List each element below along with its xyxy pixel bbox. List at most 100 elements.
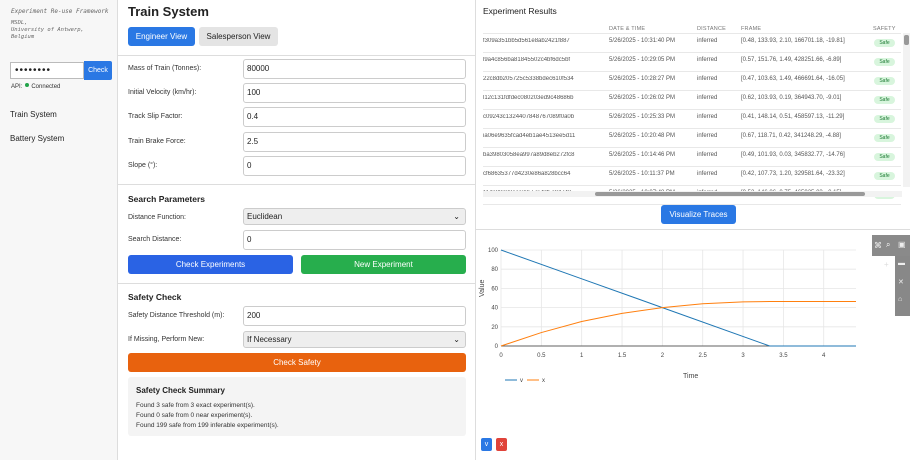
experiment-id: c09243c1324407848767089f0a0b <box>483 114 575 120</box>
velocity-input[interactable]: 100 <box>243 83 466 103</box>
mass-input[interactable]: 80000 <box>243 59 466 79</box>
series-line-v <box>500 249 856 347</box>
table-row[interactable]: l12c131fdfdec080203ed9c48686b <box>483 95 603 105</box>
experiment-id: f309a351bb5d561e8ab2421f887 <box>483 38 570 44</box>
distance-cell: inferred <box>697 171 718 177</box>
distance-cell: inferred <box>697 95 718 101</box>
date-cell: 5/26/2025 - 10:25:33 PM <box>609 114 676 120</box>
camera-icon[interactable]: ⌘ <box>874 241 882 250</box>
legend-label: v <box>520 378 523 384</box>
x-tick-label: 1.5 <box>618 353 627 359</box>
date-cell: 5/26/2025 - 10:11:37 PM <box>609 171 675 177</box>
row-divider <box>483 52 901 53</box>
trace-chip-x[interactable]: x <box>496 438 507 451</box>
table-row[interactable]: 22c8db205725c5338bdec610f534 <box>483 76 603 86</box>
table-row[interactable]: cf68635377d4230e86a828bcc64 <box>483 171 603 181</box>
missing-select[interactable]: If Necessary ⌄ <box>243 331 466 348</box>
plus-icon[interactable]: + <box>884 260 889 269</box>
missing-label: If Missing, Perform New: <box>128 336 205 343</box>
search-distance-input[interactable]: 0 <box>243 230 466 250</box>
slope-label: Slope (°): <box>128 162 158 169</box>
date-cell: 5/26/2025 - 10:28:27 PM <box>609 76 676 82</box>
org-line: Belgium <box>11 34 35 40</box>
results-title: Experiment Results <box>483 6 557 16</box>
x-tick-label: 0.5 <box>537 353 546 359</box>
distance-cell: inferred <box>697 38 718 44</box>
experiment-id: ba39803058ea997a89d8eb272fc8 <box>483 152 575 158</box>
y-tick-label: 0 <box>495 344 499 350</box>
api-status: API: Connected <box>11 83 60 90</box>
row-divider <box>483 166 901 167</box>
row-divider <box>483 71 901 72</box>
new-experiment-button[interactable]: New Experiment <box>301 255 466 274</box>
summary-title: Safety Check Summary <box>136 386 225 395</box>
visualize-traces-button[interactable]: Visualize Traces <box>661 205 736 224</box>
zoom-icon[interactable]: ⌕ <box>886 240 890 250</box>
row-divider <box>483 147 901 148</box>
threshold-label: Safety Distance Threshold (m): <box>128 312 225 319</box>
date-cell: 5/26/2025 - 10:20:48 PM <box>609 133 676 139</box>
threshold-input[interactable]: 200 <box>243 306 466 326</box>
autoscale-icon[interactable]: ✕ <box>898 278 904 286</box>
check-experiments-button[interactable]: Check Experiments <box>128 255 293 274</box>
frame-cell: [0.47, 103.63, 1.49, 466691.64, -16.05] <box>741 76 845 82</box>
table-row[interactable]: f309a351bb5d561e8ab2421f887 <box>483 38 603 48</box>
slope-input[interactable]: 0 <box>243 156 466 176</box>
frame-cell: [0.48, 133.93, 2.10, 166701.18, -19.81] <box>741 38 845 44</box>
distance-function-value: Euclidean <box>247 212 283 221</box>
distance-cell: inferred <box>697 57 718 63</box>
nav-battery-system[interactable]: Battery System <box>10 134 64 143</box>
slip-input[interactable]: 0.4 <box>243 107 466 127</box>
distance-function-select[interactable]: Euclidean ⌄ <box>243 208 466 225</box>
tab-salesperson-view[interactable]: Salesperson View <box>199 27 278 46</box>
frame-cell: [0.49, 101.93, 0.03, 345832.77, -14.76] <box>741 152 845 158</box>
scrollbar-thumb[interactable] <box>904 35 909 45</box>
table-row[interactable]: ba39803058ea997a89d8eb272fc8 <box>483 152 603 162</box>
api-key-input[interactable]: •••••••• <box>10 62 84 79</box>
date-cell: 5/26/2025 - 10:29:05 PM <box>609 57 676 63</box>
trace-chip-v[interactable]: v <box>481 438 492 451</box>
distance-cell: inferred <box>697 133 718 139</box>
vertical-scrollbar[interactable] <box>903 33 910 187</box>
tab-engineer-view[interactable]: Engineer View <box>128 27 195 46</box>
table-row[interactable]: l9a4c856ba81845502c4bf6dc5bf <box>483 57 603 67</box>
brake-input[interactable]: 2.5 <box>243 132 466 152</box>
check-api-button[interactable]: Check <box>84 61 112 80</box>
experiment-id: l12c131fdfdec080203ed9c48686b <box>483 95 574 101</box>
status-badge: Safe <box>874 134 895 142</box>
table-row[interactable]: c09243c1324407848767089f0a0b <box>483 114 603 124</box>
summary-line: Found 0 safe from 0 near experiment(s). <box>136 412 253 419</box>
frame-cell: [0.57, 151.76, 1.49, 428251.66, -6.89] <box>741 57 842 63</box>
home-icon[interactable]: ⌂ <box>898 296 902 303</box>
nav-train-system[interactable]: Train System <box>10 110 57 119</box>
col-distance: DISTANCE <box>697 26 727 32</box>
safety-title: Safety Check <box>128 292 182 302</box>
status-dot-icon <box>25 83 30 87</box>
box-select-icon[interactable]: ▬ <box>898 260 905 267</box>
divider <box>118 283 475 284</box>
check-safety-button[interactable]: Check Safety <box>128 353 466 372</box>
horizontal-scrollbar[interactable] <box>483 191 902 197</box>
y-tick-label: 40 <box>491 306 498 312</box>
slip-label: Track Slip Factor: <box>128 113 183 120</box>
table-row[interactable]: ia06e9635fcad4eb1ae4513ee5d11 <box>483 133 603 143</box>
legend-label: x <box>542 378 545 384</box>
experiment-id: ia06e9635fcad4eb1ae4513ee5d11 <box>483 133 576 139</box>
date-cell: 5/26/2025 - 10:26:02 PM <box>609 95 676 101</box>
chevron-down-icon: ⌄ <box>453 212 460 221</box>
status-badge: Safe <box>874 77 895 85</box>
frame-cell: [0.41, 148.14, 0.51, 458597.13, -11.29] <box>741 114 845 120</box>
pan-icon[interactable]: ▣ <box>898 240 906 249</box>
x-tick-label: 2 <box>661 353 665 359</box>
x-tick-label: 0 <box>499 353 503 359</box>
frame-cell: [0.67, 118.71, 0.42, 341248.29, -4.88] <box>741 133 841 139</box>
brake-label: Train Brake Force: <box>128 138 186 145</box>
framework-title: Experiment Re-use Framework <box>11 8 109 15</box>
date-cell: 5/26/2025 - 10:31:40 PM <box>609 38 676 44</box>
x-axis-label: Time <box>683 373 698 380</box>
status-badge: Safe <box>874 153 895 161</box>
divider <box>118 184 475 185</box>
scrollbar-thumb[interactable] <box>595 192 865 196</box>
experiment-id: l9a4c856ba81845502c4bf6dc5bf <box>483 57 571 63</box>
search-title: Search Parameters <box>128 194 206 204</box>
